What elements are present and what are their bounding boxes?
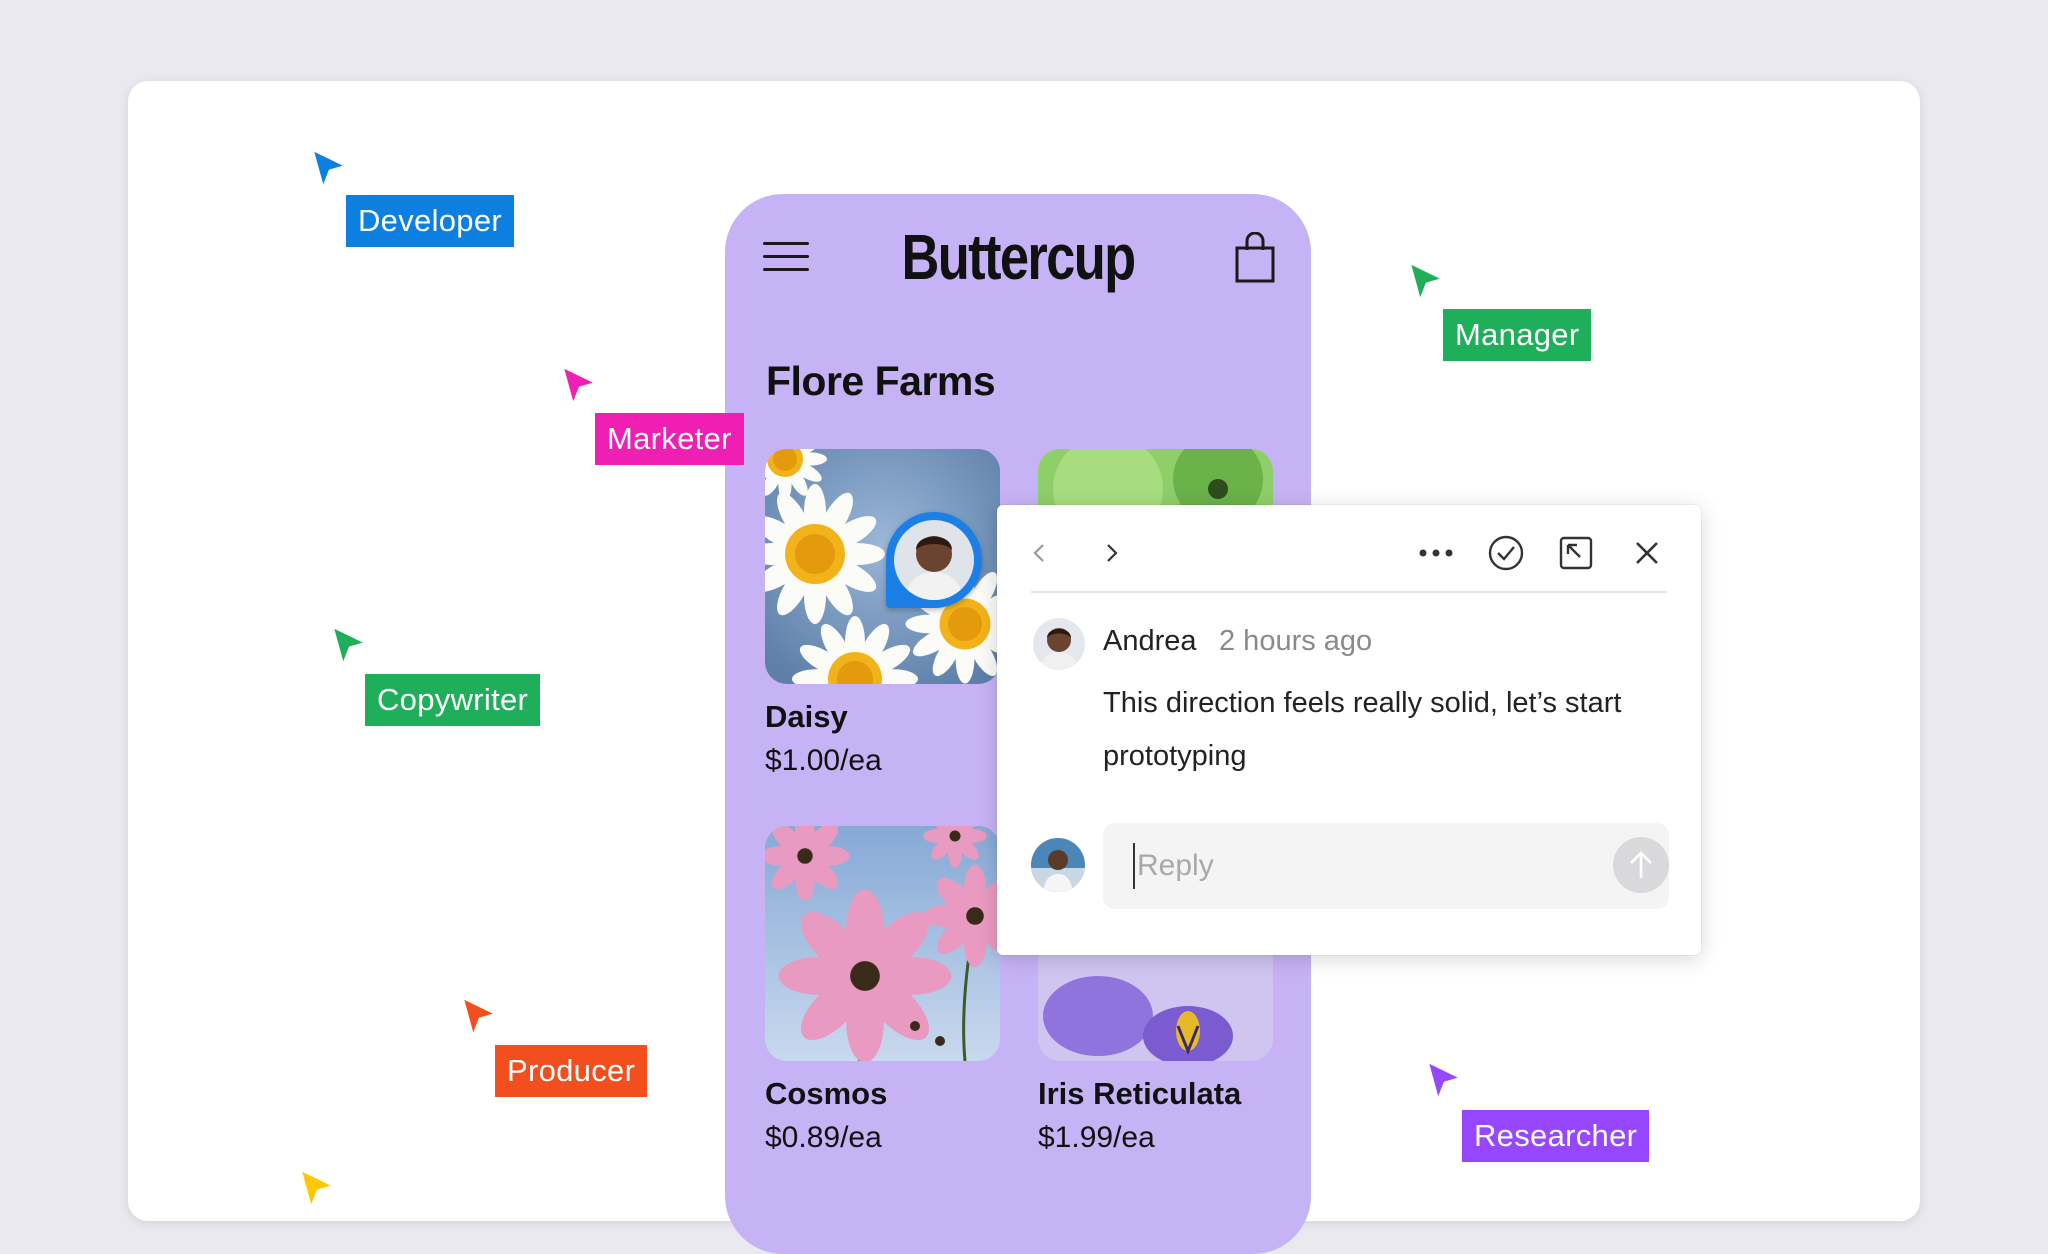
cosmos-image[interactable] xyxy=(765,826,1000,1061)
comment-pin[interactable] xyxy=(886,512,982,608)
arrow-up-icon xyxy=(1630,851,1652,878)
product-price: $1.99/ea xyxy=(1038,1121,1155,1154)
reply-box xyxy=(1103,823,1669,909)
product-name: Iris Reticulata xyxy=(1038,1076,1242,1111)
comment-text: This direction feels really solid, let’s… xyxy=(1103,687,1622,772)
collaborator-tag: Marketer xyxy=(595,413,744,465)
store-title: Flore Farms xyxy=(766,358,996,404)
close-icon[interactable] xyxy=(1623,529,1671,577)
avatar xyxy=(1031,838,1085,892)
comment-author: Andrea xyxy=(1103,625,1197,657)
cursor-arrow-icon xyxy=(330,624,369,668)
product-name: Cosmos xyxy=(765,1076,888,1111)
product-price: $0.89/ea xyxy=(765,1121,882,1154)
collaborator-tag: Manager xyxy=(1443,309,1592,361)
expand-icon[interactable] xyxy=(1552,529,1600,577)
cursor-arrow-icon xyxy=(1425,1059,1464,1103)
shopping-bag-icon[interactable] xyxy=(1234,232,1276,284)
cursor-arrow-icon xyxy=(460,995,499,1039)
comment-time: 2 hours ago xyxy=(1219,625,1373,657)
resolve-check-icon[interactable] xyxy=(1482,529,1530,577)
brand-logo: Buttercup xyxy=(901,221,1136,293)
chevron-right-icon[interactable] xyxy=(1087,529,1135,577)
avatar xyxy=(1033,618,1085,670)
more-icon[interactable] xyxy=(1412,529,1460,577)
cursor-arrow-icon xyxy=(1407,260,1446,304)
collaborator-tag: Producer xyxy=(495,1045,648,1097)
chevron-left-icon[interactable] xyxy=(1016,529,1064,577)
product-name: Daisy xyxy=(765,699,848,734)
collaborator-tag: Researcher xyxy=(1462,1110,1650,1162)
product-price: $1.00/ea xyxy=(765,744,882,777)
collaborator-tag: Copywriter xyxy=(365,674,541,726)
collaborator-tag: Developer xyxy=(346,195,515,247)
comment-popup: Andrea 2 hours ago This direction feels … xyxy=(997,505,1701,955)
reply-input[interactable] xyxy=(1133,843,1579,889)
divider xyxy=(1031,591,1667,593)
cursor-arrow-icon xyxy=(560,364,599,408)
avatar xyxy=(894,520,974,600)
send-button[interactable] xyxy=(1613,837,1669,893)
cursor-arrow-icon xyxy=(298,1167,337,1211)
cursor-arrow-icon xyxy=(310,147,349,191)
